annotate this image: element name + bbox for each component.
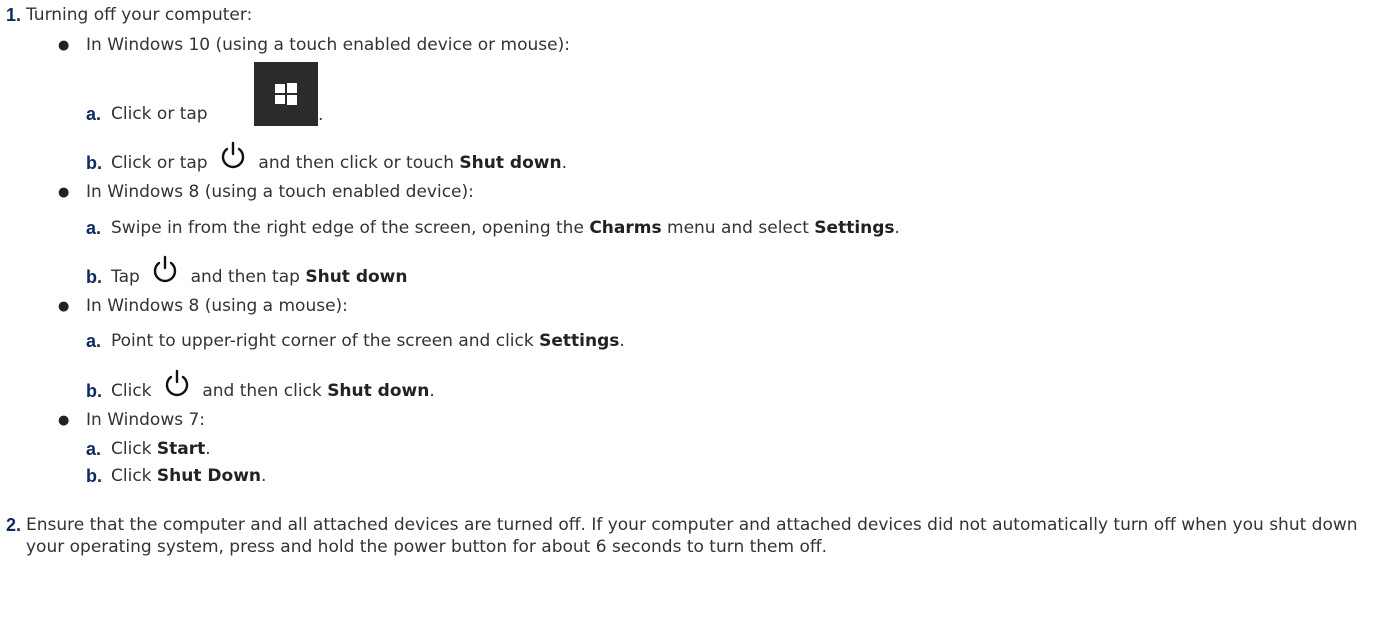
win8-mouse-step-b-text2: and then click <box>202 381 322 401</box>
sub-label-a: a. <box>86 218 102 238</box>
windows-start-tile <box>254 62 318 126</box>
bullet: ● <box>58 413 70 428</box>
win10-step-b-text1: Click or tap <box>111 153 208 173</box>
win8-touch-heading: In Windows 8 (using a touch enabled devi… <box>86 182 474 202</box>
win8-mouse-heading: In Windows 8 (using a mouse): <box>86 296 348 316</box>
windows-start-icon <box>254 62 318 126</box>
period: . <box>619 331 625 351</box>
sub-label-a: a. <box>86 439 102 459</box>
sub-label-b: b. <box>86 267 102 287</box>
bullet: ● <box>58 299 70 314</box>
shut-down-label: Shut down <box>327 381 430 401</box>
win8-mouse-step-a: Point to upper-right corner of the scree… <box>111 330 625 352</box>
bullet: ● <box>58 185 70 200</box>
win7-heading: In Windows 7: <box>86 410 206 430</box>
sub-label-b: b. <box>86 153 102 173</box>
shut-down-label: Shut down <box>459 153 562 173</box>
period: . <box>261 466 267 486</box>
period: . <box>561 153 567 173</box>
win8-mouse-step-b: Click and then click Shut down. <box>111 369 435 402</box>
win8-touch-step-a-text1: Swipe in from the right edge of the scre… <box>111 218 584 238</box>
step-number-1: 1. <box>6 5 22 25</box>
power-icon <box>154 255 177 283</box>
step-1-text: Turning off your computer: <box>26 5 253 25</box>
win10-step-b-text2: and then click or touch <box>258 153 455 173</box>
charms-label: Charms <box>589 218 662 238</box>
power-icon <box>165 369 189 397</box>
period: . <box>429 381 435 401</box>
settings-label: Settings <box>539 331 620 351</box>
win10-step-a: Click or tap <box>111 103 208 125</box>
step-2-text: Ensure that the computer and all attache… <box>26 515 1358 557</box>
start-label: Start <box>156 439 206 459</box>
win10-step-b: Click or tap and then click or touch Shu… <box>111 141 567 174</box>
win8-touch-step-b-text1: Tap <box>111 267 140 287</box>
win7-step-b: Click Shut Down. <box>111 465 266 487</box>
win8-touch-step-b: Tap and then tap Shut down <box>111 255 408 288</box>
sub-label-a: a. <box>86 331 102 351</box>
win10-step-a-text: Click or tap <box>111 104 208 124</box>
win8-touch-step-b-text2: and then tap <box>190 267 300 287</box>
win10-heading: In Windows 10 (using a touch enabled dev… <box>86 35 570 55</box>
shut-down-label: Shut down <box>305 267 408 287</box>
windows-logo-icon <box>275 83 297 105</box>
win8-mouse-step-a-text: Point to upper-right corner of the scree… <box>111 331 534 351</box>
sub-label-b: b. <box>86 466 102 486</box>
step-number-2: 2. <box>6 515 22 535</box>
bullet: ● <box>58 38 70 53</box>
power-icon <box>221 141 245 169</box>
sub-label-a: a. <box>86 104 102 124</box>
shut-down-label: Shut Down <box>156 466 262 486</box>
period: . <box>894 218 900 238</box>
win8-mouse-step-b-text1: Click <box>111 381 152 401</box>
win8-touch-step-a: Swipe in from the right edge of the scre… <box>111 217 900 239</box>
sub-label-b: b. <box>86 381 102 401</box>
win7-step-a: Click Start. <box>111 438 211 460</box>
win8-touch-step-a-text2: menu and select <box>667 218 809 238</box>
win7-step-b-text: Click <box>111 466 152 486</box>
win7-step-a-text: Click <box>111 439 152 459</box>
period: . <box>318 105 324 125</box>
settings-label: Settings <box>814 218 895 238</box>
period: . <box>205 439 211 459</box>
